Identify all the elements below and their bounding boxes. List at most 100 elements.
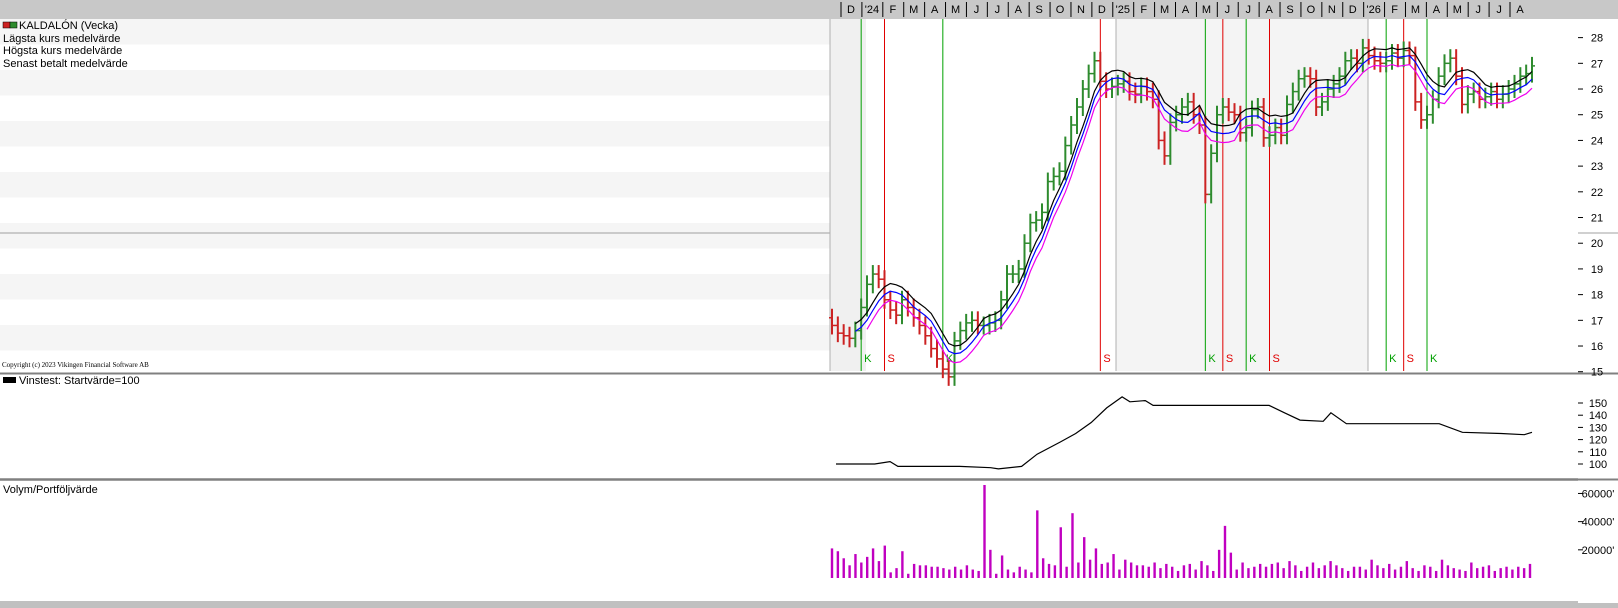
volume-bar bbox=[1194, 569, 1197, 578]
month-label: D bbox=[1349, 4, 1357, 16]
price-axis-label: 15 bbox=[1591, 367, 1603, 379]
month-label: A bbox=[1516, 4, 1524, 16]
volume-bar bbox=[1405, 561, 1409, 578]
volume-bar bbox=[1429, 566, 1432, 578]
volume-bar bbox=[1188, 563, 1191, 578]
month-label: A bbox=[1265, 4, 1273, 16]
volume-bar bbox=[1041, 558, 1045, 578]
volume-bar bbox=[895, 568, 898, 578]
year-bands bbox=[829, 19, 1578, 371]
price-axis-label: 16 bbox=[1591, 341, 1603, 353]
month-label: M bbox=[1202, 4, 1211, 16]
volume-bar bbox=[1000, 555, 1004, 578]
volume-bar bbox=[1382, 568, 1385, 578]
profit-legend: Vinstest: Startvärde=100 bbox=[19, 375, 140, 387]
volume-bar bbox=[1165, 563, 1168, 578]
volume-bar bbox=[1065, 566, 1068, 578]
month-label: M bbox=[1453, 4, 1462, 16]
volume-bar bbox=[1030, 572, 1033, 578]
volume-bar bbox=[883, 545, 886, 578]
volume-bar bbox=[1446, 565, 1450, 578]
signal-label: S bbox=[1103, 353, 1110, 365]
volume-bar bbox=[1370, 559, 1373, 578]
volume-bar bbox=[1499, 568, 1502, 578]
month-label: F bbox=[1140, 4, 1147, 16]
volume-bar bbox=[1147, 566, 1150, 578]
month-label: F bbox=[889, 4, 896, 16]
volume-bar bbox=[1452, 568, 1455, 578]
month-label: O bbox=[1307, 4, 1316, 16]
volume-bar bbox=[1458, 569, 1461, 578]
volume-bar bbox=[1024, 569, 1027, 578]
volume-bar bbox=[1253, 566, 1256, 578]
legend-low-ma: Lägsta kurs medelvärde bbox=[3, 33, 120, 45]
month-label: J bbox=[1496, 4, 1502, 16]
volume-bar bbox=[1323, 565, 1326, 578]
price-axis-label: 24 bbox=[1591, 135, 1603, 147]
signal-label: K bbox=[1389, 353, 1397, 365]
volume-bar bbox=[1212, 570, 1215, 578]
month-label: A bbox=[1433, 4, 1441, 16]
volume-bar bbox=[1522, 568, 1526, 578]
price-axis-label: 26 bbox=[1591, 84, 1603, 96]
volume-bar bbox=[842, 558, 845, 578]
volume-bar bbox=[1153, 562, 1156, 578]
volume-bar bbox=[1487, 565, 1491, 578]
mid-panel-bg bbox=[0, 374, 1578, 478]
volume-bar bbox=[871, 548, 875, 578]
signal-label: K bbox=[1249, 353, 1257, 365]
profit-axis-label: 130 bbox=[1589, 422, 1607, 434]
month-label: J bbox=[1225, 4, 1231, 16]
volume-bar bbox=[1006, 569, 1010, 578]
volume-bar bbox=[1341, 568, 1344, 578]
month-label: M bbox=[1160, 4, 1169, 16]
profit-axis-label: 150 bbox=[1589, 398, 1607, 410]
signal-label: K bbox=[864, 353, 872, 365]
volume-bar bbox=[836, 551, 840, 578]
signal-label: S bbox=[1273, 353, 1280, 365]
volume-bar bbox=[912, 563, 916, 578]
volume-bar bbox=[1235, 569, 1238, 578]
month-label: J bbox=[974, 4, 980, 16]
month-label: M bbox=[951, 4, 960, 16]
volume-bar bbox=[1399, 566, 1403, 578]
volume-bar bbox=[1059, 527, 1062, 578]
volume-bar bbox=[936, 566, 939, 578]
month-label: S bbox=[1035, 4, 1042, 16]
month-label: J bbox=[1475, 4, 1481, 16]
price-axis-label: 28 bbox=[1591, 33, 1603, 45]
volume-bar bbox=[1094, 548, 1098, 578]
volume-bar bbox=[1470, 562, 1473, 578]
volume-bar bbox=[1258, 563, 1262, 578]
volume-bar bbox=[983, 485, 986, 578]
month-label: D bbox=[1098, 4, 1106, 16]
volume-bar bbox=[953, 566, 957, 578]
chart-title: KALDALÓN (Vecka) bbox=[19, 19, 118, 32]
volume-bar bbox=[1270, 563, 1274, 578]
volume-bar bbox=[1335, 565, 1338, 578]
volume-bar bbox=[1511, 569, 1514, 578]
volume-bar bbox=[1176, 570, 1180, 578]
month-label: '24 bbox=[865, 4, 879, 16]
volume-bar bbox=[1311, 562, 1315, 578]
volume-bar bbox=[1071, 513, 1074, 578]
month-label: '25 bbox=[1116, 4, 1130, 16]
volume-bar bbox=[1135, 565, 1139, 578]
price-axis-label: 25 bbox=[1591, 110, 1603, 122]
volume-bar bbox=[965, 565, 969, 578]
bottom-legend: Volym/Portföljvärde bbox=[3, 484, 98, 496]
month-label: O bbox=[1056, 4, 1065, 16]
mid-legend: Vinstest: Startvärde=100 bbox=[3, 375, 140, 387]
month-label: J bbox=[1245, 4, 1251, 16]
volume-bar bbox=[907, 573, 910, 578]
volume-bar bbox=[1276, 562, 1279, 578]
volume-bar bbox=[1493, 570, 1497, 578]
volume-legend: Volym/Portföljvärde bbox=[3, 484, 98, 496]
price-axis-label: 20 bbox=[1591, 238, 1603, 250]
volume-bar bbox=[1305, 566, 1309, 578]
volume-bar bbox=[1388, 563, 1391, 578]
volume-bar bbox=[1505, 566, 1508, 578]
volume-bar bbox=[977, 570, 980, 578]
legend-swatch-profit bbox=[3, 377, 16, 383]
volume-bar bbox=[1118, 569, 1121, 578]
